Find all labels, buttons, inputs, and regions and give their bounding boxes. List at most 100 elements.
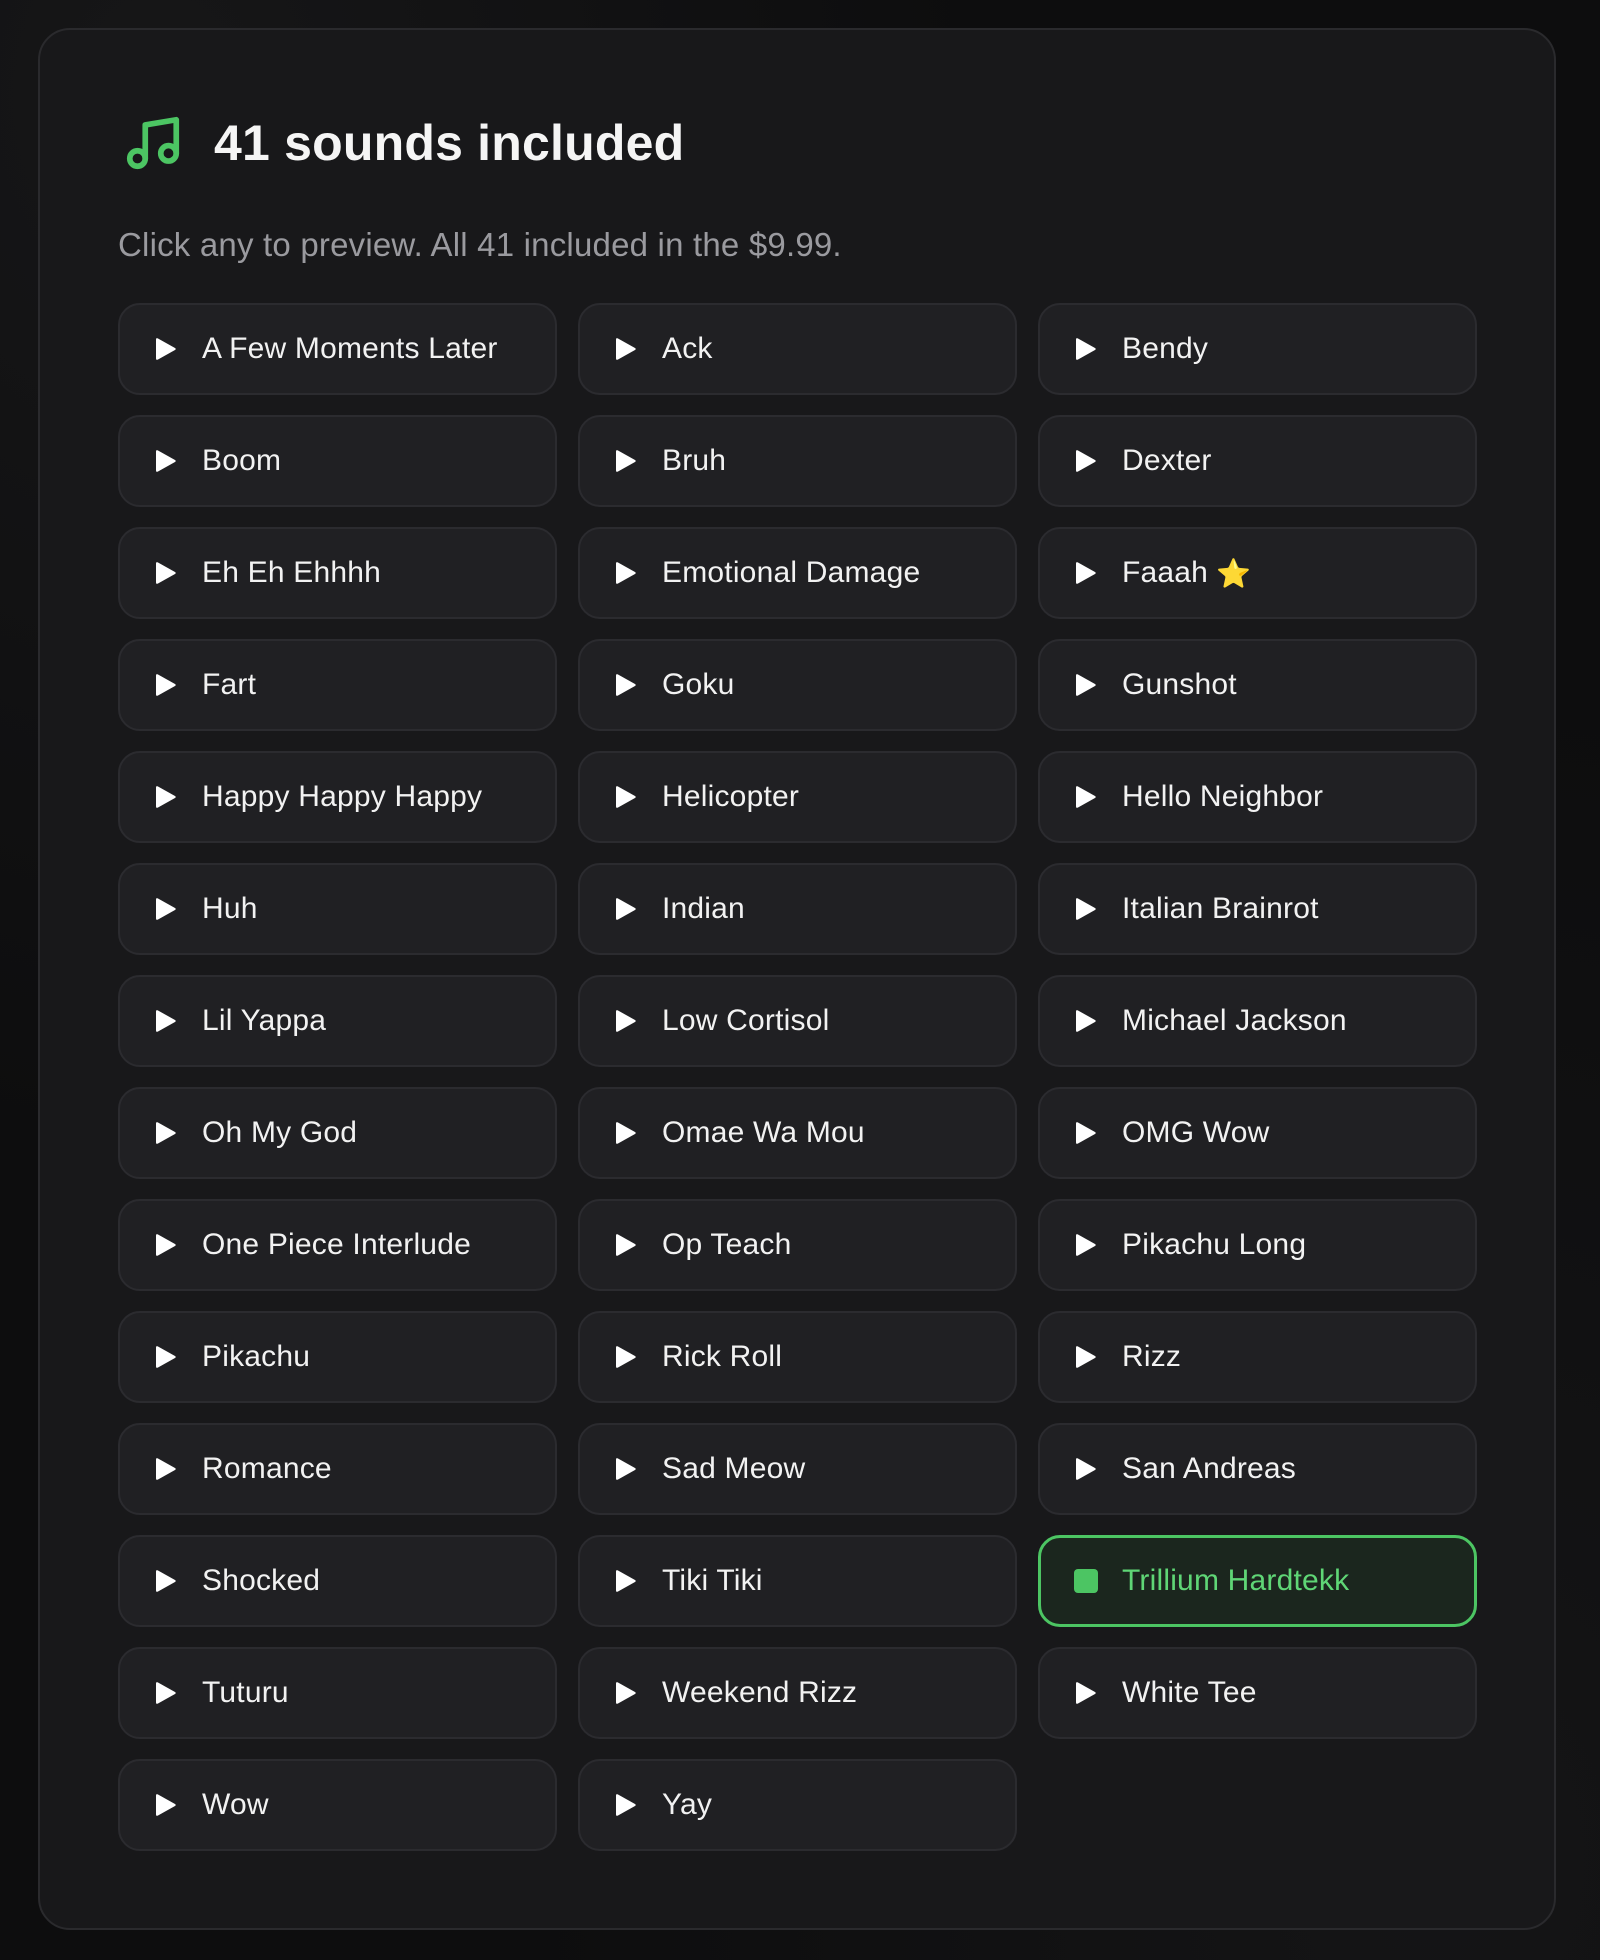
sound-button-wow[interactable]: Wow [118, 1759, 557, 1851]
play-icon [614, 896, 638, 922]
sound-button-low-cortisol[interactable]: Low Cortisol [578, 975, 1017, 1067]
sound-button-rick-roll[interactable]: Rick Roll [578, 1311, 1017, 1403]
sound-label: Lil Yappa [202, 1004, 327, 1037]
sound-label: One Piece Interlude [202, 1228, 471, 1261]
sound-button-happy-happy-happy[interactable]: Happy Happy Happy [118, 751, 557, 843]
sounds-card: 41 sounds included Click any to preview.… [38, 28, 1556, 1930]
play-icon [1074, 1680, 1098, 1706]
sound-button-lil-yappa[interactable]: Lil Yappa [118, 975, 557, 1067]
sound-button-pikachu-long[interactable]: Pikachu Long [1038, 1199, 1477, 1291]
play-icon [614, 336, 638, 362]
play-icon [154, 1232, 178, 1258]
sound-button-white-tee[interactable]: White Tee [1038, 1647, 1477, 1739]
sound-label: Fart [202, 668, 257, 701]
page-subtitle: Click any to preview. All 41 included in… [118, 226, 842, 263]
sound-button-pikachu[interactable]: Pikachu [118, 1311, 557, 1403]
sound-label: Bendy [1122, 332, 1209, 365]
sound-button-ack[interactable]: Ack [578, 303, 1017, 395]
play-icon [614, 784, 638, 810]
sound-label: Indian [662, 892, 745, 925]
play-icon [614, 1568, 638, 1594]
sound-label: Helicopter [662, 780, 800, 813]
sound-label: Rizz [1122, 1340, 1182, 1373]
sound-button-michael-jackson[interactable]: Michael Jackson [1038, 975, 1477, 1067]
play-icon [614, 1680, 638, 1706]
play-icon [154, 1680, 178, 1706]
sound-label: Goku [662, 668, 735, 701]
sound-button-one-piece-interlude[interactable]: One Piece Interlude [118, 1199, 557, 1291]
sound-label: Hello Neighbor [1122, 780, 1324, 813]
play-icon [154, 1344, 178, 1370]
sound-button-yay[interactable]: Yay [578, 1759, 1017, 1851]
play-icon [1074, 896, 1098, 922]
play-icon [154, 896, 178, 922]
play-icon [154, 784, 178, 810]
sound-button-trillium-hardtekk[interactable]: Trillium Hardtekk [1038, 1535, 1477, 1627]
sound-button-helicopter[interactable]: Helicopter [578, 751, 1017, 843]
sound-label: Italian Brainrot [1122, 892, 1319, 925]
sound-button-tuturu[interactable]: Tuturu [118, 1647, 557, 1739]
sound-button-italian-brainrot[interactable]: Italian Brainrot [1038, 863, 1477, 955]
play-icon [614, 1008, 638, 1034]
sound-button-romance[interactable]: Romance [118, 1423, 557, 1515]
sound-button-bruh[interactable]: Bruh [578, 415, 1017, 507]
sound-button-a-few-moments-later[interactable]: A Few Moments Later [118, 303, 557, 395]
sound-label: Michael Jackson [1122, 1004, 1347, 1037]
sound-label: Yay [662, 1788, 713, 1821]
sound-button-eh-eh-ehhhh[interactable]: Eh Eh Ehhhh [118, 527, 557, 619]
sound-label: Romance [202, 1452, 332, 1485]
play-icon [1074, 448, 1098, 474]
sound-button-huh[interactable]: Huh [118, 863, 557, 955]
sound-label: Eh Eh Ehhhh [202, 556, 382, 589]
sound-button-emotional-damage[interactable]: Emotional Damage [578, 527, 1017, 619]
play-icon [154, 1008, 178, 1034]
sound-button-faaah[interactable]: Faaah ⭐ [1038, 527, 1477, 619]
sound-button-hello-neighbor[interactable]: Hello Neighbor [1038, 751, 1477, 843]
sound-label: Gunshot [1122, 668, 1237, 701]
page-title: 41 sounds included [214, 115, 685, 171]
sound-button-san-andreas[interactable]: San Andreas [1038, 1423, 1477, 1515]
play-icon [154, 672, 178, 698]
play-icon [1074, 1008, 1098, 1034]
play-icon [614, 1232, 638, 1258]
sound-button-boom[interactable]: Boom [118, 415, 557, 507]
play-icon [614, 560, 638, 586]
sound-button-omg-wow[interactable]: OMG Wow [1038, 1087, 1477, 1179]
sound-button-shocked[interactable]: Shocked [118, 1535, 557, 1627]
sound-button-rizz[interactable]: Rizz [1038, 1311, 1477, 1403]
sound-button-goku[interactable]: Goku [578, 639, 1017, 731]
sound-label: A Few Moments Later [202, 332, 498, 365]
sound-label: Faaah [1122, 556, 1209, 589]
sound-label: OMG Wow [1122, 1116, 1270, 1149]
play-icon [614, 448, 638, 474]
sound-label: Omae Wa Mou [662, 1116, 865, 1149]
sound-label: White Tee [1122, 1676, 1257, 1709]
sound-label: Huh [202, 892, 258, 925]
play-icon [1074, 1120, 1098, 1146]
play-icon [154, 1120, 178, 1146]
play-icon [614, 1792, 638, 1818]
sound-label: Oh My God [202, 1116, 358, 1149]
sound-button-gunshot[interactable]: Gunshot [1038, 639, 1477, 731]
play-icon [154, 1792, 178, 1818]
sound-button-weekend-rizz[interactable]: Weekend Rizz [578, 1647, 1017, 1739]
sound-button-oh-my-god[interactable]: Oh My God [118, 1087, 557, 1179]
sound-button-tiki-tiki[interactable]: Tiki Tiki [578, 1535, 1017, 1627]
play-icon [614, 1344, 638, 1370]
sound-label: Bruh [662, 444, 727, 477]
sound-label: Pikachu Long [1122, 1228, 1307, 1261]
sound-button-sad-meow[interactable]: Sad Meow [578, 1423, 1017, 1515]
sound-label: Emotional Damage [662, 556, 921, 589]
play-icon [154, 448, 178, 474]
sound-grid: A Few Moments Later Ack Bendy Boom Bruh … [118, 303, 1478, 1851]
play-icon [614, 1120, 638, 1146]
sound-label: Pikachu [202, 1340, 311, 1373]
play-icon [1074, 672, 1098, 698]
sound-button-indian[interactable]: Indian [578, 863, 1017, 955]
sound-button-dexter[interactable]: Dexter [1038, 415, 1477, 507]
sound-button-omae-wa-mou[interactable]: Omae Wa Mou [578, 1087, 1017, 1179]
sound-button-bendy[interactable]: Bendy [1038, 303, 1477, 395]
sound-button-op-teach[interactable]: Op Teach [578, 1199, 1017, 1291]
sound-button-fart[interactable]: Fart [118, 639, 557, 731]
sound-label: Rick Roll [662, 1340, 783, 1373]
